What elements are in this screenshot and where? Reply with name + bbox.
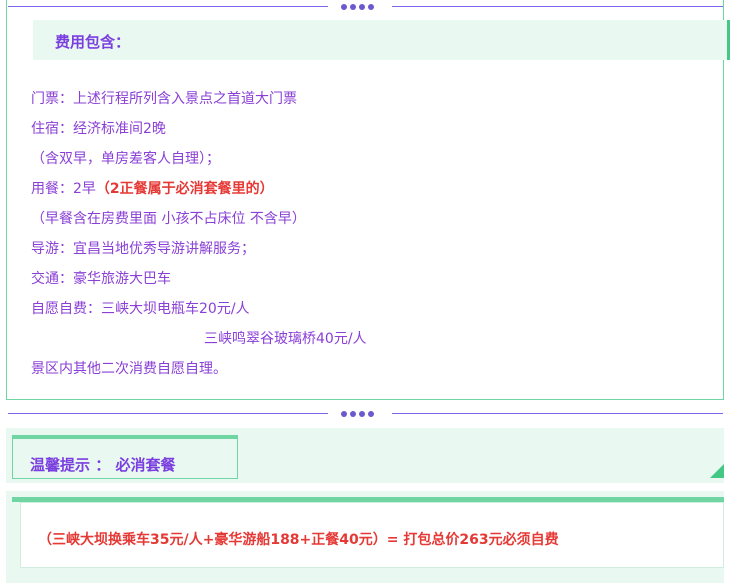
fee-list: 门票：上述行程所列含入景点之首道大门票 住宿：经济标准间2晚 （含双早，单房差客… bbox=[31, 84, 367, 384]
list-item: 住宿：经济标准间2晚 bbox=[31, 121, 166, 137]
list-item: （含双早，单房差客人自理）； bbox=[31, 151, 220, 167]
list-item: 景区内其他二次消费自愿自理。 bbox=[31, 361, 227, 377]
divider-dots-icon bbox=[341, 1, 381, 13]
tips-label: 温馨提示 ： 必消套餐 bbox=[30, 456, 176, 474]
middle-divider bbox=[0, 407, 733, 421]
list-item: 自愿自费：三峡大坝电瓶车20元/人 bbox=[31, 301, 250, 317]
package-text: （三峡大坝换乘车35元/人+豪华游船188+正餐40元）= 打包总价263元必须… bbox=[38, 532, 559, 548]
divider-dots-icon bbox=[341, 408, 381, 420]
tips-section: 温馨提示 ： 必消套餐 bbox=[6, 428, 724, 483]
list-item: 交通：豪华旅游大巴车 bbox=[31, 271, 171, 287]
corner-triangle-icon bbox=[710, 464, 724, 478]
tips-label-box: 温馨提示 ： 必消套餐 bbox=[12, 435, 238, 479]
top-divider bbox=[0, 0, 733, 14]
package-box: （三峡大坝换乘车35元/人+豪华游船188+正餐40元）= 打包总价263元必须… bbox=[20, 502, 724, 568]
list-item: 用餐：2早（2正餐属于必消套餐里的） bbox=[31, 181, 274, 197]
list-item: 三峡鸣翠谷玻璃桥40元/人 bbox=[204, 331, 367, 347]
fee-section-header: 费用包含： bbox=[33, 20, 730, 60]
fee-section-title: 费用包含： bbox=[55, 33, 131, 51]
meal-note: （2正餐属于必消套餐里的） bbox=[95, 181, 274, 197]
package-section: （三峡大坝换乘车35元/人+豪华游船188+正餐40元）= 打包总价263元必须… bbox=[6, 491, 724, 583]
list-item: （早餐含在房费里面 小孩不占床位 不含早） bbox=[31, 211, 306, 227]
list-item: 门票：上述行程所列含入景点之首道大门票 bbox=[31, 91, 297, 107]
list-item: 导游：宜昌当地优秀导游讲解服务； bbox=[31, 241, 255, 257]
